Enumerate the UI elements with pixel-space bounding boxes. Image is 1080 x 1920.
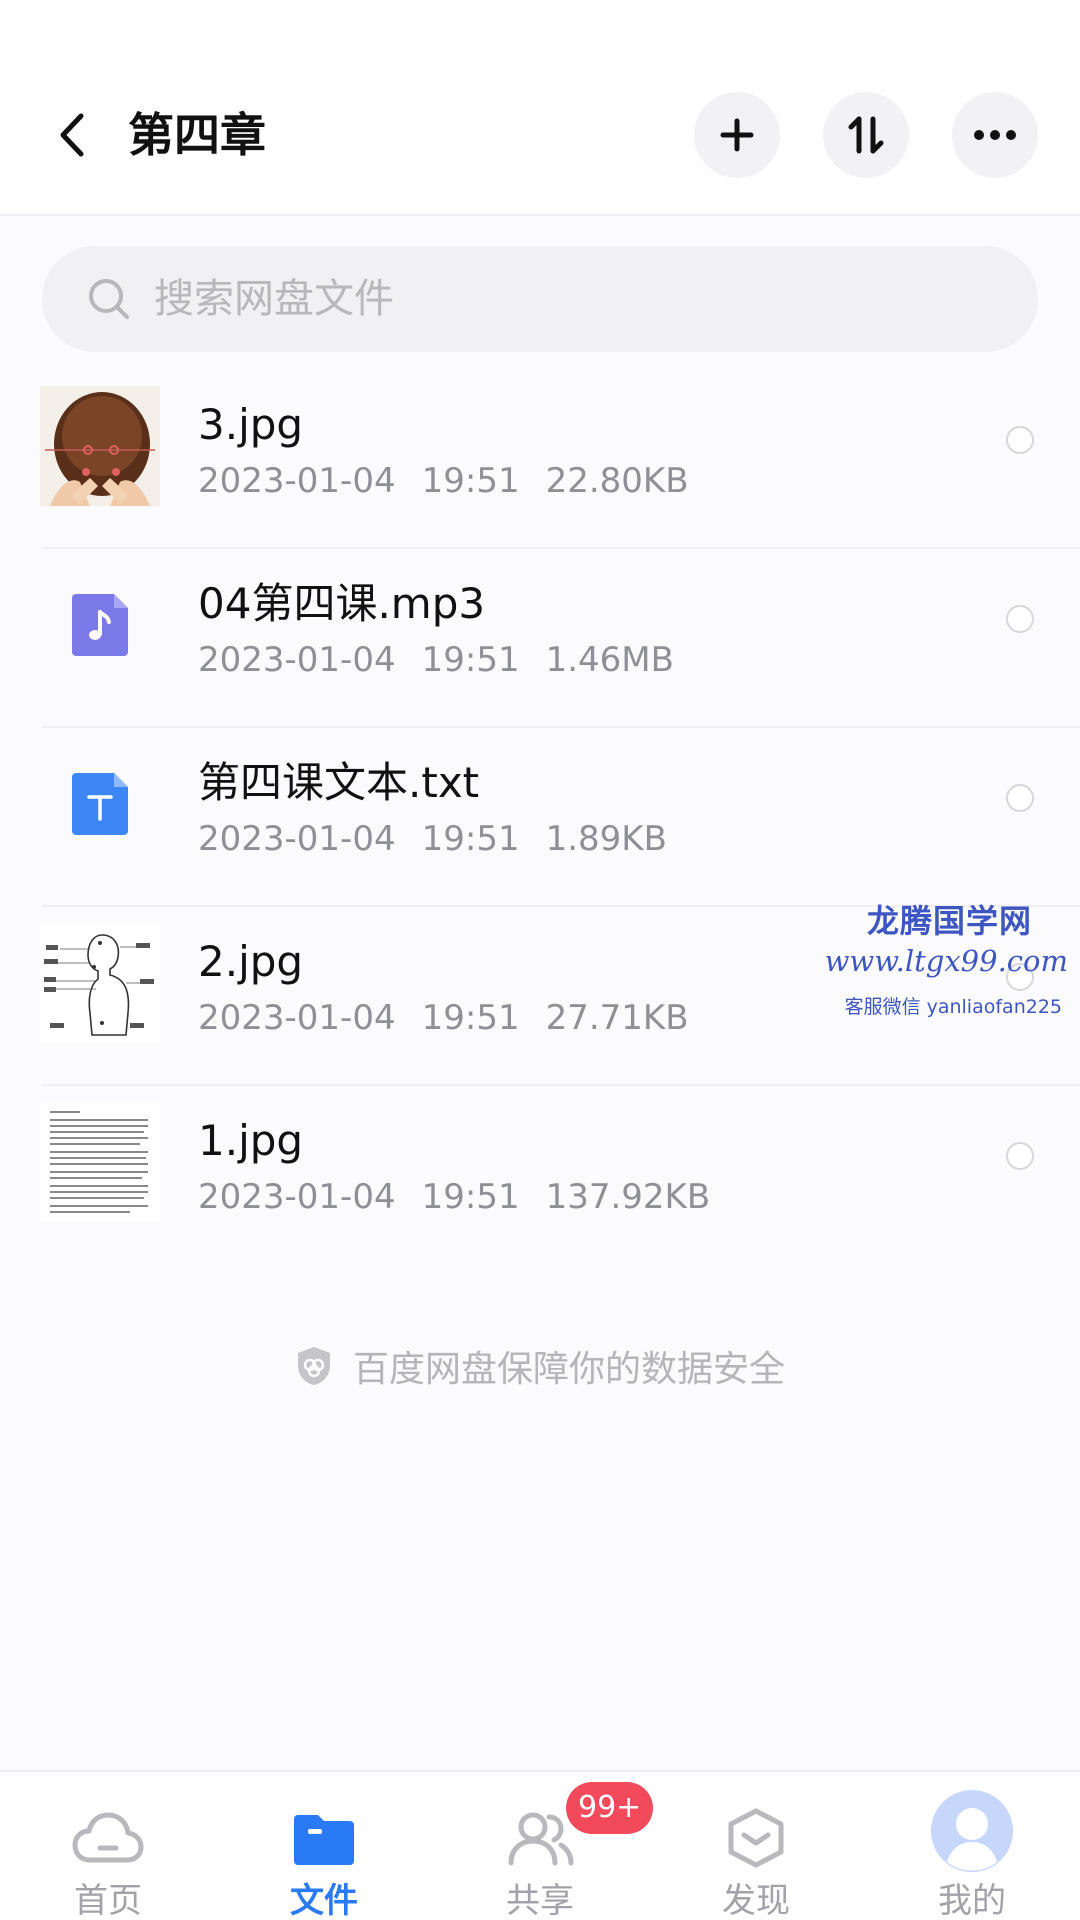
share-badge: 99+ [566, 1782, 654, 1834]
tab-label: 发现 [722, 1881, 790, 1920]
select-radio[interactable] [1006, 426, 1034, 454]
music-file-icon [40, 565, 160, 685]
file-meta: 2023-01-04 19:51 27.71KB [198, 995, 715, 1041]
search-icon [84, 274, 134, 324]
page-title: 第四章 [128, 108, 266, 162]
file-size: 137.92KB [545, 1177, 711, 1217]
search-input[interactable] [154, 276, 954, 322]
file-size: 1.89KB [545, 819, 667, 859]
file-date: 2023-01-04 [198, 1177, 396, 1217]
header-bar: 第四章 [0, 0, 1080, 216]
sort-button[interactable] [823, 92, 909, 178]
tab-home[interactable]: 首页 [0, 1772, 216, 1920]
tab-me[interactable]: 我的 [864, 1772, 1080, 1920]
file-size: 1.46MB [545, 640, 674, 680]
shield-icon [295, 1344, 335, 1388]
more-icon [974, 130, 1016, 140]
file-meta: 2023-01-04 19:51 1.89KB [198, 816, 693, 862]
file-date: 2023-01-04 [198, 640, 396, 680]
folder-icon [286, 1800, 362, 1876]
file-row[interactable]: 04第四课.mp3 2023-01-04 19:51 1.46MB [0, 549, 1080, 728]
cloud-icon [70, 1800, 146, 1876]
back-button[interactable] [44, 100, 100, 170]
image-thumbnail [40, 923, 160, 1043]
select-radio[interactable] [1006, 1142, 1034, 1170]
file-date: 2023-01-04 [198, 461, 396, 501]
file-time: 19:51 [421, 998, 520, 1038]
file-time: 19:51 [421, 461, 520, 501]
more-button[interactable] [952, 92, 1038, 178]
file-name: 第四课文本.txt [198, 758, 480, 807]
select-radio[interactable] [1006, 605, 1034, 633]
file-name: 2.jpg [198, 937, 304, 986]
file-name: 04第四课.mp3 [198, 579, 486, 628]
file-meta: 2023-01-04 19:51 1.46MB [198, 637, 700, 683]
tab-files[interactable]: 文件 [216, 1772, 432, 1920]
file-list: 3.jpg 2023-01-04 19:51 22.80KB 04第四课.mp3 2… [0, 370, 1080, 1265]
security-note: 百度网盘保障你的数据安全 [0, 1336, 1080, 1396]
select-radio[interactable] [1006, 784, 1034, 812]
watermark-title: 龙腾国学网 [866, 902, 1032, 940]
file-meta: 2023-01-04 19:51 137.92KB [198, 1174, 736, 1220]
file-row[interactable]: 1.jpg 2023-01-04 19:51 137.92KB [0, 1086, 1080, 1265]
watermark-wechat: 客服微信 yanliaofan225 [844, 996, 1062, 1018]
file-size: 27.71KB [545, 998, 689, 1038]
file-time: 19:51 [421, 1177, 520, 1217]
discover-icon [718, 1800, 794, 1876]
tab-label: 我的 [938, 1881, 1006, 1920]
file-name: 3.jpg [198, 400, 304, 449]
file-time: 19:51 [421, 640, 520, 680]
tab-label: 首页 [74, 1881, 142, 1920]
watermark-url: www.ltgx99.com [824, 944, 1068, 978]
file-date: 2023-01-04 [198, 998, 396, 1038]
search-bar[interactable] [42, 246, 1038, 352]
tab-discover[interactable]: 发现 [648, 1772, 864, 1920]
bottom-tab-bar: 首页 文件 共享 发现 我的 [0, 1770, 1080, 1920]
image-thumbnail [40, 386, 160, 506]
add-button[interactable] [694, 92, 780, 178]
file-row[interactable]: 第四课文本.txt 2023-01-04 19:51 1.89KB [0, 728, 1080, 907]
file-name: 1.jpg [198, 1116, 304, 1165]
file-time: 19:51 [421, 819, 520, 859]
file-row[interactable]: 3.jpg 2023-01-04 19:51 22.80KB [0, 370, 1080, 549]
tab-label: 共享 [506, 1881, 574, 1920]
chevron-left-icon [60, 113, 84, 157]
text-file-icon [40, 744, 160, 864]
file-meta: 2023-01-04 19:51 22.80KB [198, 458, 715, 504]
file-size: 22.80KB [545, 461, 689, 501]
plus-icon [720, 118, 754, 152]
image-thumbnail [40, 1102, 160, 1222]
security-text: 百度网盘保障你的数据安全 [352, 1349, 785, 1390]
tab-label: 文件 [290, 1881, 358, 1920]
avatar-icon [931, 1790, 1013, 1872]
file-date: 2023-01-04 [198, 819, 396, 859]
sort-icon [848, 116, 884, 154]
